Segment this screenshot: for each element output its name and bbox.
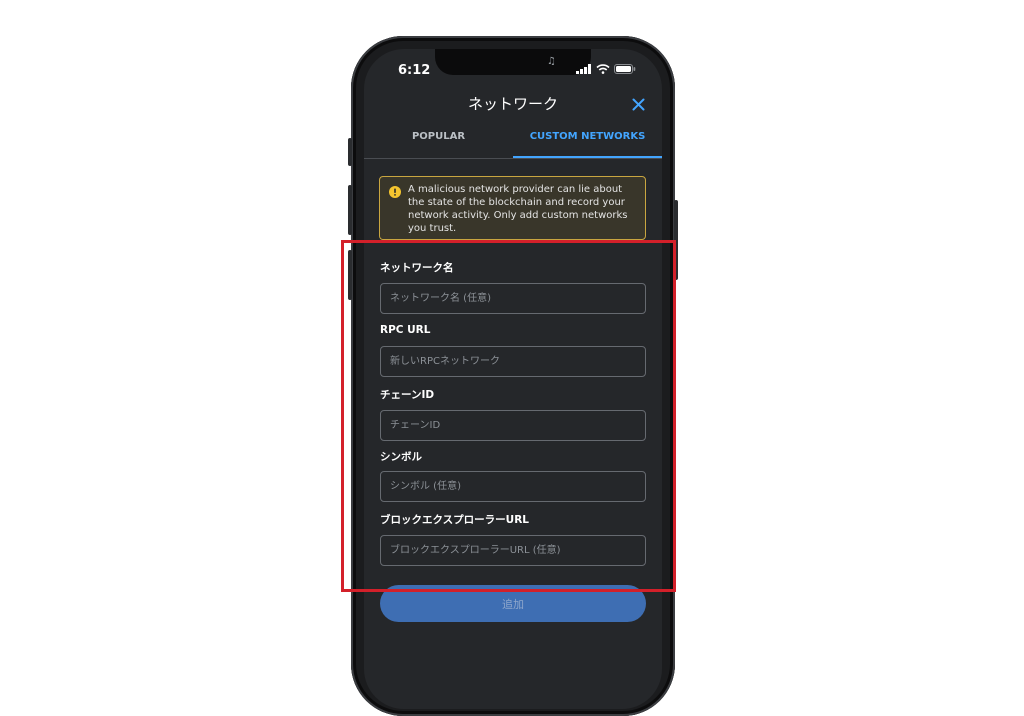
close-button[interactable] [628, 94, 648, 114]
close-icon [632, 98, 644, 110]
highlight-annotation [341, 240, 676, 592]
volume-up-button [348, 185, 352, 235]
notch [435, 49, 591, 75]
tab-popular[interactable]: POPULAR [364, 127, 513, 158]
status-time: 6:12 [398, 63, 431, 78]
mute-switch [348, 138, 352, 166]
battery-icon [614, 64, 636, 74]
warning-icon [389, 186, 401, 202]
earpiece-glyph: ♫ [547, 56, 556, 67]
signal-icon [576, 64, 591, 74]
network-tabs: POPULAR CUSTOM NETWORKS [364, 127, 662, 159]
warning-text: A malicious network provider can lie abo… [408, 184, 628, 234]
page-title: ネットワーク [467, 95, 558, 113]
wifi-icon [596, 64, 610, 74]
tab-custom-networks[interactable]: CUSTOM NETWORKS [513, 127, 662, 158]
warning-banner: A malicious network provider can lie abo… [379, 176, 646, 240]
status-icons [576, 64, 636, 74]
